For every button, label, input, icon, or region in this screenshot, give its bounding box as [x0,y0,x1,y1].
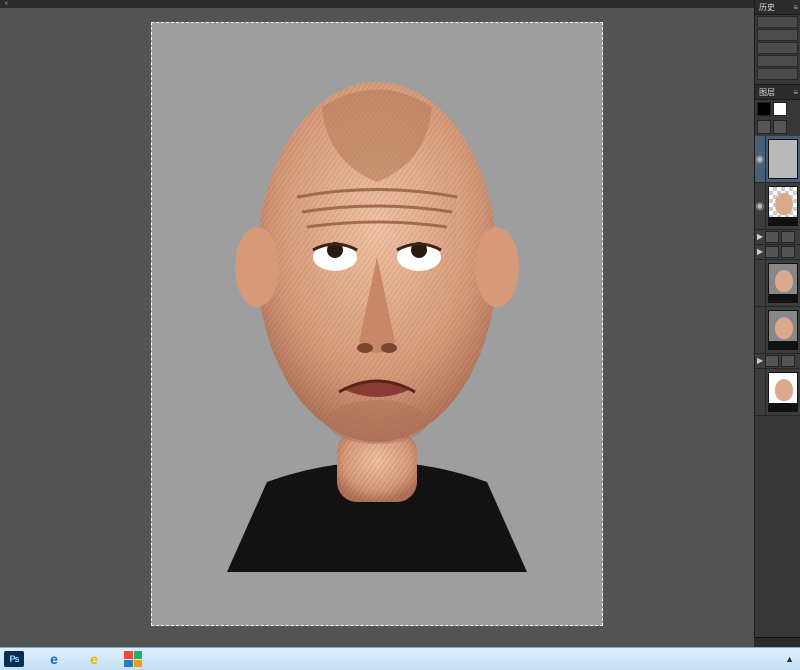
layer-row[interactable] [755,369,800,416]
tray-overflow-icon[interactable]: ▲ [785,654,794,664]
layer-group-row[interactable]: ▶ [755,354,800,369]
swatch-gray[interactable] [757,120,771,134]
layer-row[interactable]: ◉ [755,183,800,230]
right-panel-dock: 历史 ≡ 图层 ≡ ◉ [754,0,800,648]
taskbar-app-photoshop[interactable]: Ps [4,651,24,667]
history-item[interactable] [757,16,798,28]
history-item[interactable] [757,55,798,67]
swatch-black[interactable] [757,102,771,116]
layer-thumb-face[interactable] [768,310,799,350]
history-panel-title: 历史 [759,2,775,13]
layers-panel-title: 图层 [759,87,775,98]
layers-panel-header[interactable]: 图层 ≡ [755,85,800,100]
layer-visibility-icon[interactable] [755,307,766,353]
history-item[interactable] [757,68,798,80]
folder-icon [781,246,795,258]
canvas-workspace[interactable] [0,8,754,648]
layers-panel-body: ◉ ◉ ▶ ▶ [755,100,800,416]
layer-thumb-face[interactable] [768,263,799,303]
layer-visibility-icon[interactable] [755,260,766,306]
history-item[interactable] [757,29,798,41]
app-root: × [0,0,800,670]
layer-group-row[interactable]: ▶ [755,245,800,260]
layer-visibility-icon[interactable]: ◉ [755,183,766,229]
folder-collapse-icon[interactable]: ▶ [757,233,763,241]
folder-icon [765,355,779,367]
folder-collapse-icon[interactable]: ▶ [757,248,763,256]
close-tab-icon[interactable]: × [4,0,9,8]
layers-swatch-row [755,100,800,118]
swatch-gray[interactable] [773,120,787,134]
layer-thumb-gray[interactable] [768,139,799,179]
folder-icon [765,231,779,243]
history-item[interactable] [757,42,798,54]
taskbar-app-browser[interactable]: e [84,651,104,667]
layer-visibility-icon[interactable]: ◉ [755,136,766,182]
folder-collapse-icon[interactable]: ▶ [757,357,763,365]
layers-swatch-row [755,118,800,136]
layers-panel-menu-icon[interactable]: ≡ [793,88,798,97]
folder-icon [765,246,779,258]
taskbar-app-tiles[interactable] [124,651,142,667]
layer-thumb-face[interactable] [768,186,799,226]
layer-group-row[interactable]: ▶ [755,230,800,245]
windows-taskbar: Ps e e ▲ [0,647,800,670]
folder-icon [781,231,795,243]
taskbar-app-ie[interactable]: e [44,651,64,667]
history-panel-menu-icon[interactable]: ≡ [793,3,798,12]
history-panel-body[interactable] [755,16,800,85]
history-panel-header[interactable]: 历史 ≡ [755,0,800,15]
system-tray[interactable]: ▲ [785,654,794,664]
canvas-artwork-face [227,52,527,572]
folder-icon [781,355,795,367]
document-canvas[interactable] [151,22,603,626]
layer-thumb-face[interactable] [768,372,799,412]
layer-row[interactable] [755,307,800,354]
layer-visibility-icon[interactable] [755,369,766,415]
swatch-white[interactable] [773,102,787,116]
layer-row[interactable]: ◉ [755,136,800,183]
layer-row[interactable] [755,260,800,307]
